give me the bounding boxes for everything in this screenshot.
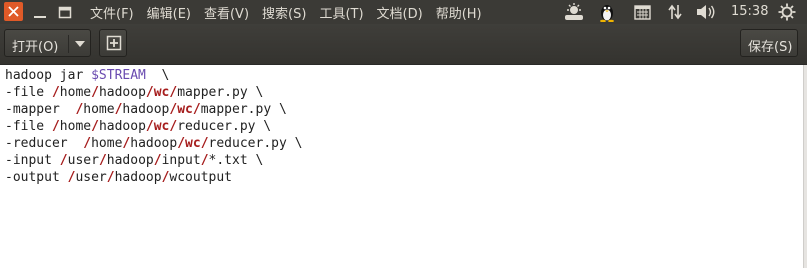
open-button-label: 打开(O) bbox=[12, 40, 59, 55]
menu-help[interactable]: 帮助(H) bbox=[436, 3, 482, 22]
open-button[interactable]: 打开(O) bbox=[4, 29, 91, 57]
maximize-icon bbox=[58, 6, 72, 19]
power-icon[interactable] bbox=[778, 3, 796, 21]
menu-tools[interactable]: 工具(T) bbox=[319, 3, 363, 22]
menu-view[interactable]: 查看(V) bbox=[204, 3, 249, 22]
weather-icon[interactable] bbox=[563, 3, 585, 21]
menu-file[interactable]: 文件(F) bbox=[90, 3, 134, 22]
code-line: -reducer /home/hadoop/wc/reducer.py \ bbox=[5, 136, 303, 151]
close-button[interactable] bbox=[4, 2, 23, 21]
menu-list: 文件(F) 编辑(E) 查看(V) 搜索(S) 工具(T) 文档(D) 帮助(H… bbox=[90, 0, 495, 24]
code-line: -mapper /home/hadoop/wc/mapper.py \ bbox=[5, 102, 287, 117]
calendar-icon[interactable] bbox=[634, 4, 651, 20]
save-button-label: 保存(S) bbox=[748, 40, 793, 55]
close-icon bbox=[8, 6, 19, 17]
menu-documents[interactable]: 文档(D) bbox=[377, 3, 423, 22]
editor-content[interactable]: hadoop jar $STREAM \ -file /home/hadoop/… bbox=[5, 67, 302, 186]
code-line: -file /home/hadoop/wc/mapper.py \ bbox=[5, 85, 264, 100]
top-menubar: 文件(F) 编辑(E) 查看(V) 搜索(S) 工具(T) 文档(D) 帮助(H… bbox=[0, 0, 807, 24]
new-tab-button[interactable] bbox=[99, 29, 127, 57]
network-icon[interactable] bbox=[668, 4, 682, 20]
volume-icon[interactable] bbox=[696, 4, 716, 20]
toolbar: 打开(O) 保存(S) bbox=[0, 24, 807, 65]
open-button-divider bbox=[68, 35, 69, 53]
minimize-icon bbox=[34, 16, 46, 18]
tux-icon[interactable] bbox=[598, 2, 616, 22]
text-editor-area[interactable]: hadoop jar $STREAM \ -file /home/hadoop/… bbox=[0, 65, 803, 268]
code-line: -input /user/hadoop/input/*.txt \ bbox=[5, 153, 264, 168]
chevron-down-icon[interactable] bbox=[75, 41, 85, 47]
minimize-button[interactable] bbox=[33, 6, 47, 20]
clock[interactable]: 15:38 bbox=[731, 0, 768, 24]
menu-edit[interactable]: 编辑(E) bbox=[147, 3, 191, 22]
maximize-button[interactable] bbox=[58, 6, 72, 20]
scrollbar[interactable] bbox=[803, 65, 807, 268]
menu-search[interactable]: 搜索(S) bbox=[262, 3, 306, 22]
save-button[interactable]: 保存(S) bbox=[740, 29, 798, 57]
code-line: hadoop jar $STREAM \ bbox=[5, 68, 170, 83]
new-document-icon bbox=[106, 35, 122, 51]
code-line: -output /user/hadoop/wcoutput bbox=[5, 170, 233, 185]
code-line: -file /home/hadoop/wc/reducer.py \ bbox=[5, 119, 272, 134]
